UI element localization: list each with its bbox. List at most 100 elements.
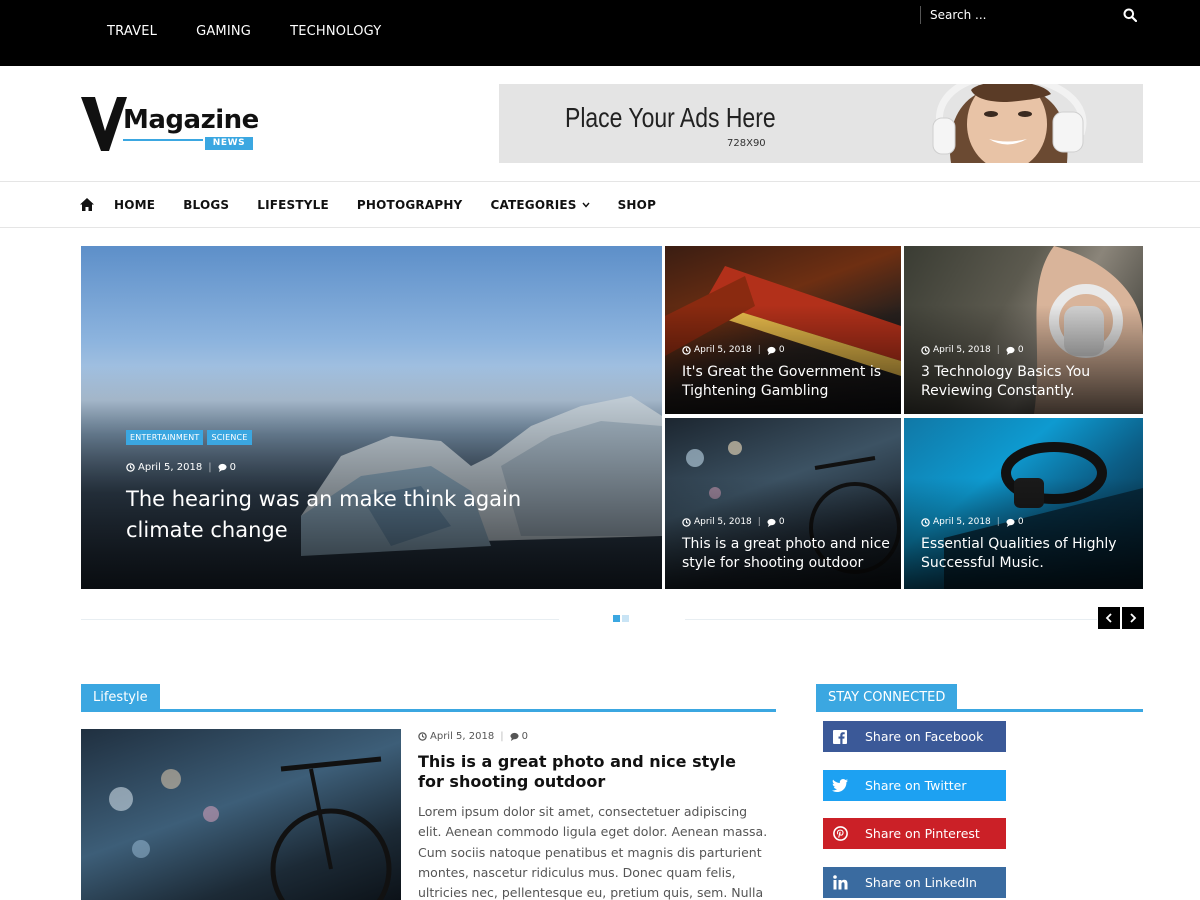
tag-entertainment[interactable]: ENTERTAINMENT	[126, 430, 204, 445]
slider-tile-technology[interactable]: April 5, 2018 | 0 3 Technology Basics Yo…	[904, 246, 1143, 414]
search-box	[920, 6, 1145, 24]
top-nav-technology[interactable]: TECHNOLOGY	[290, 24, 381, 39]
nav-shop[interactable]: SHOP	[618, 198, 656, 212]
logo-wordmark: Magazine	[123, 105, 259, 135]
tile-date: April 5, 2018	[933, 345, 991, 355]
share-facebook-button[interactable]: Share on Facebook	[823, 721, 1006, 752]
featured-post[interactable]: ENTERTAINMENT SCIENCE April 5, 2018 | 0 …	[81, 246, 662, 589]
share-linkedin-label: Share on LinkedIn	[865, 875, 977, 890]
top-nav-travel[interactable]: TRAVEL	[107, 24, 157, 39]
featured-comments: 0	[229, 462, 236, 473]
pinterest-icon	[823, 818, 857, 849]
post-title[interactable]: This is a great photo and nice style for…	[418, 752, 758, 793]
slider-pagination	[613, 615, 631, 622]
comment-icon	[1006, 518, 1015, 527]
logo-underline	[123, 139, 203, 141]
meta-separator: |	[500, 731, 504, 742]
tile-meta: April 5, 2018 | 0	[682, 345, 785, 355]
slider-dot-1[interactable]	[613, 615, 620, 622]
post-date: April 5, 2018	[430, 731, 495, 742]
clock-icon	[921, 517, 930, 527]
logo-v-mark	[81, 97, 127, 151]
site-logo[interactable]: Magazine NEWS	[81, 95, 259, 153]
featured-slider: ENTERTAINMENT SCIENCE April 5, 2018 | 0 …	[81, 246, 1143, 589]
ad-size: 728X90	[727, 138, 766, 149]
nav-home[interactable]: HOME	[114, 198, 155, 212]
chevron-left-icon	[1105, 613, 1112, 623]
share-linkedin-button[interactable]: Share on LinkedIn	[823, 867, 1006, 898]
tile-title[interactable]: 3 Technology Basics You Reviewing Consta…	[921, 363, 1131, 401]
top-bar: TRAVEL GAMING TECHNOLOGY	[0, 0, 1200, 66]
tile-comments: 0	[778, 345, 785, 355]
slider-tile-photo[interactable]: April 5, 2018 | 0 This is a great photo …	[665, 418, 901, 589]
comment-icon	[510, 732, 519, 741]
tile-comments: 0	[778, 517, 785, 527]
nav-lifestyle[interactable]: LIFESTYLE	[257, 198, 329, 212]
lifestyle-section-header: Lifestyle	[81, 684, 776, 712]
nav-categories-label: CATEGORIES	[490, 198, 577, 212]
chevron-right-icon	[1130, 613, 1137, 623]
slider-tile-gambling[interactable]: April 5, 2018 | 0 It's Great the Governm…	[665, 246, 901, 414]
meta-separator: |	[996, 517, 1000, 527]
tile-meta: April 5, 2018 | 0	[682, 517, 785, 527]
share-twitter-label: Share on Twitter	[865, 778, 967, 793]
slider-arrows	[1096, 607, 1144, 629]
tile-meta: April 5, 2018 | 0	[921, 345, 1024, 355]
main-nav-items: HOME BLOGS LIFESTYLE PHOTOGRAPHY CATEGOR…	[114, 198, 684, 212]
nav-blogs[interactable]: BLOGS	[183, 198, 229, 212]
tile-title[interactable]: This is a great photo and nice style for…	[682, 535, 892, 573]
top-nav-gaming[interactable]: GAMING	[196, 24, 251, 39]
ad-title: Place Your Ads Here	[565, 102, 776, 133]
tile-date: April 5, 2018	[933, 517, 991, 527]
divider	[81, 619, 559, 620]
tile-meta: April 5, 2018 | 0	[921, 517, 1024, 527]
share-facebook-label: Share on Facebook	[865, 729, 984, 744]
search-icon[interactable]	[1123, 8, 1137, 22]
share-twitter-button[interactable]: Share on Twitter	[823, 770, 1006, 801]
ad-banner[interactable]: Place Your Ads Here 728X90	[499, 84, 1143, 163]
bicycle-photo	[109, 756, 392, 900]
featured-meta: April 5, 2018 | 0	[126, 462, 236, 473]
featured-tags: ENTERTAINMENT SCIENCE	[126, 430, 256, 445]
meta-separator: |	[996, 345, 1000, 355]
tile-date: April 5, 2018	[694, 517, 752, 527]
twitter-icon	[823, 770, 857, 801]
lifestyle-post-meta: April 5, 2018 | 0	[418, 731, 528, 742]
meta-separator: |	[757, 517, 761, 527]
divider	[685, 619, 1097, 620]
clock-icon	[682, 345, 691, 355]
search-input[interactable]	[930, 6, 1110, 24]
lifestyle-post-image[interactable]	[81, 729, 401, 900]
share-pinterest-button[interactable]: Share on Pinterest	[823, 818, 1006, 849]
slider-tile-music[interactable]: April 5, 2018 | 0 Essential Qualities of…	[904, 418, 1143, 589]
post-comments: 0	[521, 731, 528, 742]
post-excerpt: Lorem ipsum dolor sit amet, consectetuer…	[418, 804, 768, 900]
clock-icon	[418, 732, 427, 741]
home-icon[interactable]	[80, 198, 94, 211]
linkedin-icon	[823, 867, 857, 898]
nav-categories[interactable]: CATEGORIES	[490, 198, 590, 212]
comment-icon	[218, 463, 227, 472]
tag-science[interactable]: SCIENCE	[207, 430, 252, 445]
tile-comments: 0	[1017, 517, 1024, 527]
nav-photography[interactable]: PHOTOGRAPHY	[357, 198, 463, 212]
tile-title[interactable]: It's Great the Government is Tightening …	[682, 363, 892, 401]
headphones-woman-image	[911, 84, 1143, 163]
tile-title[interactable]: Essential Qualities of Highly Successful…	[921, 535, 1131, 573]
tile-date: April 5, 2018	[694, 345, 752, 355]
clock-icon	[126, 463, 135, 472]
slider-dot-2[interactable]	[622, 615, 629, 622]
featured-overlay	[81, 366, 662, 589]
clock-icon	[682, 517, 691, 527]
lifestyle-heading[interactable]: Lifestyle	[81, 684, 160, 712]
featured-title[interactable]: The hearing was an make think again clim…	[126, 484, 526, 546]
slider-prev-button[interactable]	[1098, 607, 1120, 629]
top-nav: TRAVEL GAMING TECHNOLOGY	[107, 24, 420, 39]
main-nav: HOME BLOGS LIFESTYLE PHOTOGRAPHY CATEGOR…	[0, 181, 1200, 228]
chevron-down-icon	[582, 202, 590, 208]
tile-comments: 0	[1017, 345, 1024, 355]
slider-next-button[interactable]	[1122, 607, 1144, 629]
comment-icon	[1006, 346, 1015, 355]
comment-icon	[767, 346, 776, 355]
featured-date: April 5, 2018	[138, 462, 203, 473]
